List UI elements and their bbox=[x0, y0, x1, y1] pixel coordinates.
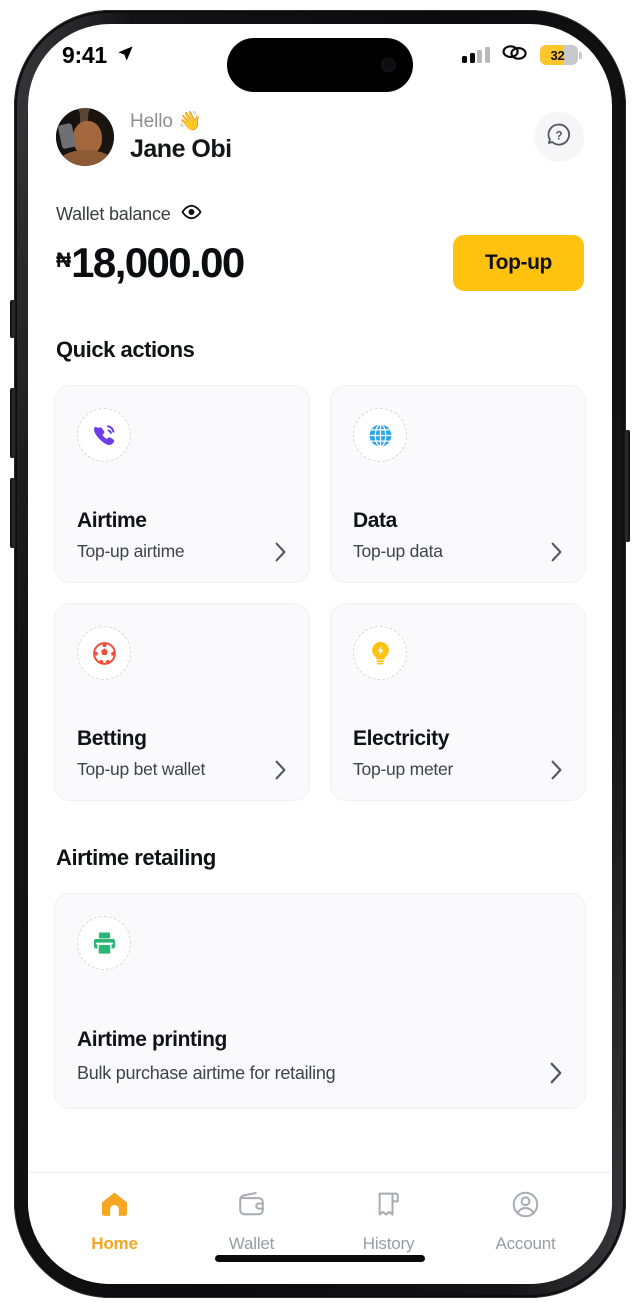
quick-action-airtime[interactable]: Airtime Top-up airtime bbox=[54, 385, 310, 583]
tab-label: Wallet bbox=[228, 1234, 275, 1253]
chevron-right-icon bbox=[550, 760, 563, 780]
wallet-label-row: Wallet balance bbox=[56, 204, 584, 225]
currency-symbol: ₦ bbox=[56, 249, 72, 272]
tab-history[interactable]: History bbox=[320, 1189, 457, 1284]
home-indicator[interactable] bbox=[215, 1255, 425, 1262]
card-subtitle: Top-up data bbox=[353, 541, 443, 561]
person-circle-icon bbox=[510, 1189, 541, 1225]
battery-cap bbox=[579, 51, 582, 59]
silent-switch[interactable] bbox=[10, 300, 16, 338]
profile-header: Hello 👋 Jane Obi ? bbox=[54, 86, 586, 166]
airtime-retailing-title: Airtime retailing bbox=[56, 845, 216, 870]
topup-button[interactable]: Top-up bbox=[452, 235, 584, 291]
card-title: Data bbox=[353, 509, 397, 532]
tab-label: Account bbox=[495, 1234, 556, 1253]
tab-wallet[interactable]: Wallet bbox=[183, 1189, 320, 1284]
chevron-right-icon bbox=[550, 542, 563, 562]
main-content: Hello 👋 Jane Obi ? Wallet balance ₦ 18,0… bbox=[28, 86, 612, 1172]
help-chat-bubble-icon: ? bbox=[545, 121, 573, 154]
tab-home[interactable]: Home bbox=[46, 1189, 183, 1284]
dynamic-island bbox=[227, 38, 413, 92]
power-button[interactable] bbox=[624, 430, 630, 542]
card-title: Betting bbox=[77, 727, 147, 750]
tab-label: History bbox=[362, 1234, 415, 1253]
home-icon bbox=[99, 1189, 130, 1225]
card-subtitle-row: Bulk purchase airtime for retailing bbox=[77, 1062, 563, 1084]
svg-text:?: ? bbox=[555, 128, 562, 142]
quick-action-electricity[interactable]: Electricity Top-up meter bbox=[330, 603, 586, 801]
battery-indicator: 32 bbox=[539, 45, 582, 65]
bottom-tab-bar: Home Wallet History Account bbox=[28, 1172, 612, 1284]
quick-action-betting[interactable]: Betting Top-up bet wallet bbox=[54, 603, 310, 801]
help-button[interactable]: ? bbox=[534, 112, 584, 162]
card-title: Airtime bbox=[77, 509, 147, 532]
wallet-balance-label: Wallet balance bbox=[56, 204, 171, 224]
quick-action-data[interactable]: Data Top-up data bbox=[330, 385, 586, 583]
phone-mockup: 9:41 32 Hello 👋 Jane Obi ? Wallet balanc… bbox=[0, 0, 640, 1307]
avatar[interactable] bbox=[56, 108, 114, 166]
status-bar-left: 9:41 bbox=[62, 42, 135, 69]
card-title: Electricity bbox=[353, 727, 449, 750]
wallet-amount: ₦ 18,000.00 bbox=[56, 239, 245, 286]
tab-label: Home bbox=[91, 1234, 138, 1253]
card-subtitle: Top-up meter bbox=[353, 759, 454, 779]
globe-icon bbox=[353, 408, 407, 462]
status-bar-right: 32 bbox=[462, 43, 582, 67]
card-subtitle-row: Top-up airtime bbox=[77, 541, 287, 562]
location-arrow-icon bbox=[116, 42, 135, 69]
card-subtitle: Top-up bet wallet bbox=[77, 759, 206, 779]
front-camera bbox=[381, 57, 396, 73]
chevron-right-icon bbox=[274, 542, 287, 562]
card-subtitle-row: Top-up bet wallet bbox=[77, 759, 287, 780]
card-subtitle-row: Top-up data bbox=[353, 541, 563, 562]
wallet-balance-section: Wallet balance ₦ 18,000.00 Top-up bbox=[54, 166, 586, 291]
battery-level: 32 bbox=[550, 47, 565, 63]
balance-row: ₦ 18,000.00 Top-up bbox=[56, 235, 584, 291]
eye-icon[interactable] bbox=[181, 204, 202, 225]
greeting-text: Hello 👋 bbox=[130, 111, 202, 133]
volume-down-button[interactable] bbox=[10, 478, 16, 548]
volume-up-button[interactable] bbox=[10, 388, 16, 458]
wallet-icon bbox=[236, 1189, 267, 1225]
phone-screen: 9:41 32 Hello 👋 Jane Obi ? Wallet balanc… bbox=[28, 24, 612, 1284]
quick-actions-title: Quick actions bbox=[56, 337, 195, 362]
user-name: Jane Obi bbox=[130, 134, 232, 163]
card-subtitle-row: Top-up meter bbox=[353, 759, 563, 780]
greeting-block: Hello 👋 Jane Obi bbox=[130, 111, 232, 162]
status-time: 9:41 bbox=[62, 41, 107, 68]
tab-account[interactable]: Account bbox=[457, 1189, 594, 1284]
phone-call-icon bbox=[77, 408, 131, 462]
chevron-right-icon bbox=[549, 1062, 563, 1084]
chain-link-icon bbox=[500, 43, 530, 67]
soccer-ball-icon bbox=[77, 626, 131, 680]
printer-icon bbox=[77, 916, 131, 970]
card-subtitle: Top-up airtime bbox=[77, 541, 185, 561]
receipt-icon bbox=[373, 1189, 404, 1225]
airtime-printing-card[interactable]: Airtime printing Bulk purchase airtime f… bbox=[54, 893, 586, 1109]
lightbulb-icon bbox=[353, 626, 407, 680]
balance-amount: 18,000.00 bbox=[71, 239, 245, 286]
cellular-signal-icon bbox=[462, 47, 490, 63]
card-subtitle: Bulk purchase airtime for retailing bbox=[77, 1062, 336, 1083]
card-title: Airtime printing bbox=[77, 1028, 227, 1051]
quick-actions-grid: Airtime Top-up airtime Data Top-up data … bbox=[54, 385, 586, 801]
chevron-right-icon bbox=[274, 760, 287, 780]
